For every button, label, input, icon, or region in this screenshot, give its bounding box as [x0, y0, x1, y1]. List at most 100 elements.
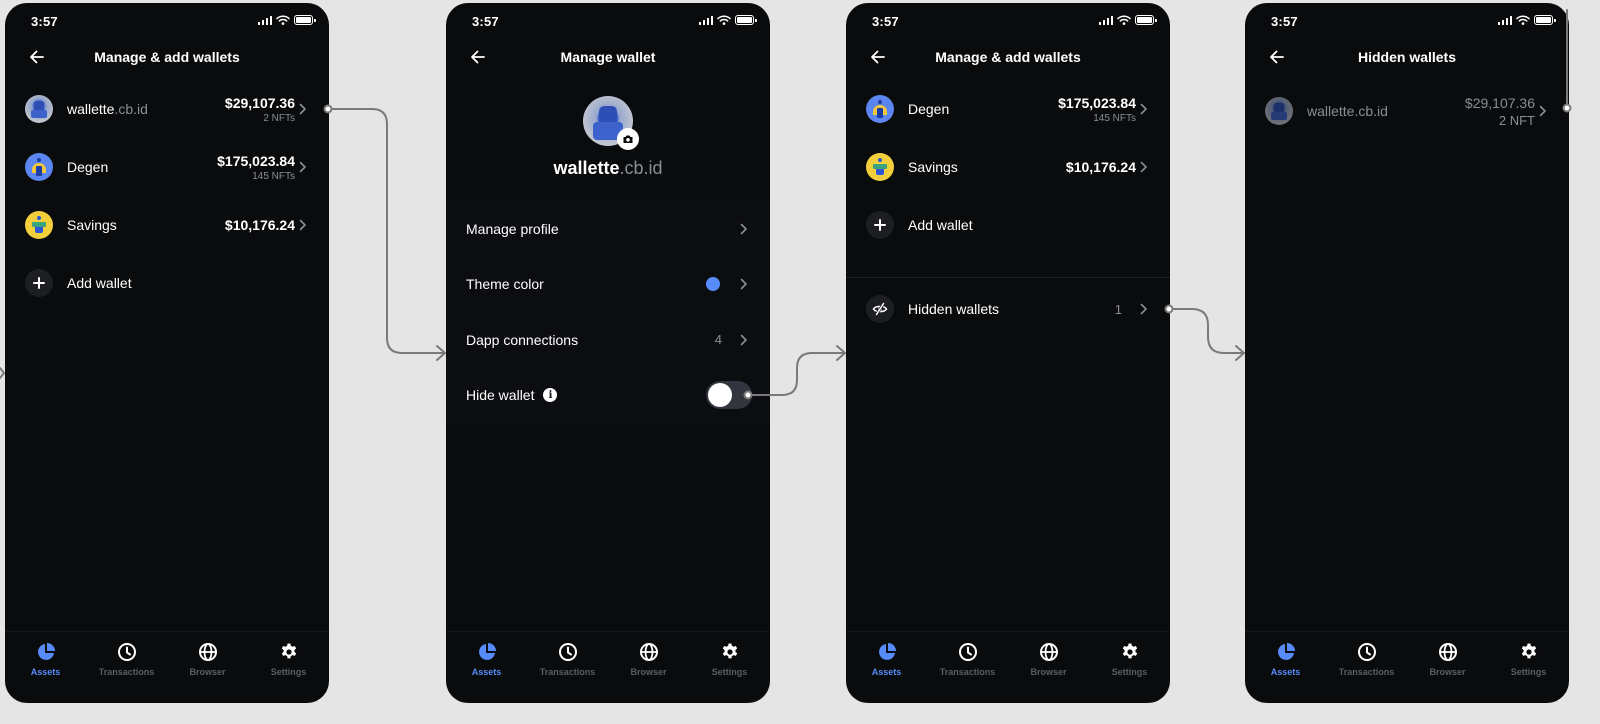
pie-chart-icon — [877, 642, 897, 662]
wallet-row-degen[interactable]: Degen $175,023.84 145 NFTs — [846, 80, 1170, 138]
tab-transactions[interactable]: Transactions — [1326, 632, 1407, 703]
back-arrow-icon[interactable] — [468, 47, 488, 67]
wallet-balance: $29,107.36 — [224, 94, 295, 111]
nft-avatar — [25, 95, 53, 123]
manage-profile-row[interactable]: Manage profile — [446, 201, 770, 257]
tab-settings[interactable]: Settings — [1089, 632, 1170, 703]
wallet-balance: $10,176.24 — [1065, 159, 1136, 175]
wallet-name: Savings — [908, 159, 958, 175]
battery-icon — [735, 15, 757, 25]
connector-1-to-2 — [329, 108, 446, 354]
nav-header: Hidden wallets — [1245, 39, 1569, 75]
tab-transactions[interactable]: Transactions — [86, 632, 167, 703]
wallet-balance: $29,107.36 — [1464, 94, 1535, 111]
wallet-nft-count: 145 NFTs — [1093, 112, 1136, 124]
bottom-tab-bar: Assets Transactions Browser Settings — [446, 631, 770, 703]
add-wallet-button[interactable]: Add wallet — [846, 196, 1170, 254]
page-title: Manage & add wallets — [935, 49, 1081, 65]
battery-icon — [294, 15, 316, 25]
wallet-balance: $10,176.24 — [224, 217, 295, 233]
screen-manage-wallet: 3:57 Manage wallet wallette.cb.id Manage… — [446, 3, 770, 703]
wallet-row-wallette[interactable]: wallette.cb.id $29,107.36 2 NFTs — [5, 80, 329, 138]
dapp-connections-count: 4 — [714, 332, 722, 348]
tab-assets[interactable]: Assets — [446, 632, 527, 703]
tab-browser[interactable]: Browser — [608, 632, 689, 703]
back-arrow-icon[interactable] — [27, 47, 47, 67]
tab-assets[interactable]: Assets — [5, 632, 86, 703]
bottom-tab-bar: Assets Transactions Browser Settings — [5, 631, 329, 703]
clock-icon — [958, 642, 978, 662]
clock-icon — [558, 642, 578, 662]
signal-icon — [698, 15, 713, 25]
wallet-nft-count: 2 NFT — [1498, 112, 1535, 128]
hide-wallet-toggle[interactable] — [706, 381, 752, 410]
gear-icon — [720, 642, 740, 662]
status-bar: 3:57 — [5, 3, 329, 39]
connector-3-to-4 — [1169, 308, 1245, 354]
tab-browser[interactable]: Browser — [1008, 632, 1089, 703]
theme-color-row[interactable]: Theme color — [446, 257, 770, 313]
wallet-row-savings[interactable]: Savings $10,176.24 — [846, 138, 1170, 196]
wifi-icon — [1516, 15, 1530, 25]
status-bar: 3:57 — [846, 3, 1170, 39]
hidden-wallets-count: 1 — [1114, 301, 1122, 317]
savings-avatar — [866, 153, 894, 181]
degen-avatar — [866, 95, 894, 123]
wallet-nft-count: 2 NFTs — [263, 112, 295, 124]
battery-icon — [1135, 15, 1157, 25]
tab-settings[interactable]: Settings — [689, 632, 770, 703]
tab-settings[interactable]: Settings — [1488, 632, 1569, 703]
tab-browser[interactable]: Browser — [1407, 632, 1488, 703]
connector-arrowhead — [836, 345, 846, 361]
tab-assets[interactable]: Assets — [1245, 632, 1326, 703]
gear-icon — [279, 642, 299, 662]
gear-icon — [1519, 642, 1539, 662]
wallet-balance: $175,023.84 — [217, 152, 295, 169]
plus-icon — [866, 211, 894, 239]
chevron-right-icon — [299, 219, 307, 231]
chevron-right-icon — [299, 103, 307, 115]
tab-transactions[interactable]: Transactions — [927, 632, 1008, 703]
theme-color-swatch — [706, 277, 720, 292]
wallet-profile: wallette.cb.id — [446, 96, 770, 179]
savings-avatar — [25, 211, 53, 239]
connector-arrowhead — [1235, 345, 1245, 361]
status-time: 3:57 — [1271, 14, 1298, 29]
hidden-section: Hidden wallets 1 — [846, 280, 1170, 338]
back-arrow-icon[interactable] — [1267, 47, 1287, 67]
tab-assets[interactable]: Assets — [846, 632, 927, 703]
chevron-right-icon — [740, 278, 748, 290]
hidden-wallets-row[interactable]: Hidden wallets 1 — [846, 280, 1170, 338]
bottom-tab-bar: Assets Transactions Browser Settings — [846, 631, 1170, 703]
nav-header: Manage wallet — [446, 39, 770, 75]
tab-settings[interactable]: Settings — [248, 632, 329, 703]
wallet-name: Degen — [908, 101, 950, 117]
wallet-name: Degen — [67, 159, 109, 175]
globe-icon — [1438, 642, 1458, 662]
bottom-tab-bar: Assets Transactions Browser Settings — [1245, 631, 1569, 703]
signal-icon — [1098, 15, 1113, 25]
page-title: Manage & add wallets — [94, 49, 240, 65]
signal-icon — [257, 15, 272, 25]
add-wallet-label: Add wallet — [67, 275, 132, 291]
nav-header: Manage & add wallets — [5, 39, 329, 75]
chevron-right-icon — [1140, 161, 1148, 173]
info-icon[interactable]: i — [543, 388, 558, 403]
eye-off-icon — [866, 295, 894, 323]
add-wallet-button[interactable]: Add wallet — [5, 254, 329, 312]
camera-icon — [622, 133, 634, 145]
nav-header: Manage & add wallets — [846, 39, 1170, 75]
clock-icon — [1357, 642, 1377, 662]
profile-avatar[interactable] — [583, 96, 639, 150]
tab-transactions[interactable]: Transactions — [527, 632, 608, 703]
wallet-row-wallette-hidden[interactable]: wallette.cb.id $29,107.36 2 NFT — [1245, 80, 1569, 142]
wallet-row-degen[interactable]: Degen $175,023.84 145 NFTs — [5, 138, 329, 196]
dapp-connections-row[interactable]: Dapp connections 4 — [446, 312, 770, 368]
wallet-row-savings[interactable]: Savings $10,176.24 — [5, 196, 329, 254]
status-time: 3:57 — [872, 14, 899, 29]
back-arrow-icon[interactable] — [868, 47, 888, 67]
status-bar: 3:57 — [446, 3, 770, 39]
globe-icon — [1039, 642, 1059, 662]
tab-browser[interactable]: Browser — [167, 632, 248, 703]
change-photo-button[interactable] — [617, 128, 639, 150]
